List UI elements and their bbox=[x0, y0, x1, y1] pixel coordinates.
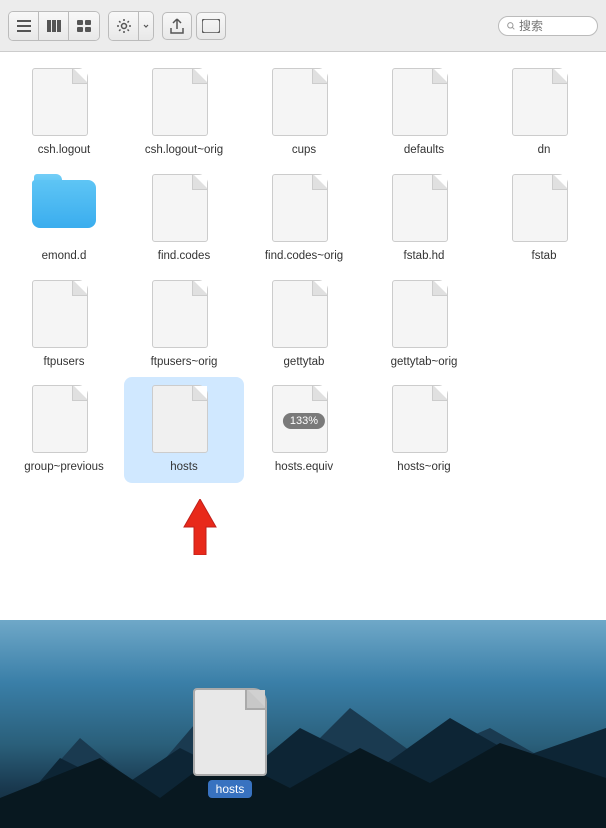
doc-icon bbox=[32, 280, 96, 352]
file-item-fstab[interactable]: fstab bbox=[484, 166, 604, 272]
view-icon-btn[interactable] bbox=[9, 12, 39, 40]
file-item-find-codes[interactable]: find.codes bbox=[124, 166, 244, 272]
desktop-doc-icon bbox=[193, 688, 267, 776]
search-icon bbox=[507, 20, 515, 32]
desktop: hosts bbox=[0, 620, 606, 828]
doc-icon: 133% bbox=[272, 385, 336, 457]
folder-icon bbox=[32, 174, 96, 246]
zoom-badge: 133% bbox=[283, 413, 325, 429]
doc-icon bbox=[32, 385, 96, 457]
file-item-find-codes-orig[interactable]: find.codes~orig bbox=[244, 166, 364, 272]
file-item-defaults[interactable]: defaults bbox=[364, 60, 484, 166]
file-item-ftpusers[interactable]: ftpusers bbox=[4, 272, 124, 378]
file-item-hosts-orig[interactable]: hosts~orig bbox=[364, 377, 484, 483]
view-buttons[interactable] bbox=[8, 11, 100, 41]
file-item-ftpusers-orig[interactable]: ftpusers~orig bbox=[124, 272, 244, 378]
tag-btn[interactable] bbox=[196, 12, 226, 40]
doc-icon bbox=[152, 280, 216, 352]
red-arrow bbox=[180, 499, 220, 560]
doc-icon bbox=[272, 174, 336, 246]
doc-icon bbox=[392, 174, 456, 246]
file-item-csh-logout-orig[interactable]: csh.logout~orig bbox=[124, 60, 244, 166]
doc-icon bbox=[272, 68, 336, 140]
file-item-hosts-equiv[interactable]: 133% hosts.equiv bbox=[244, 377, 364, 483]
file-item-emond-d[interactable]: emond.d bbox=[4, 166, 124, 272]
doc-icon bbox=[512, 174, 576, 246]
doc-icon bbox=[392, 68, 456, 140]
search-input[interactable] bbox=[519, 19, 589, 33]
file-item-group-previous[interactable]: group~previous bbox=[4, 377, 124, 483]
mountain-silhouette bbox=[0, 698, 606, 828]
file-item-cups[interactable]: cups bbox=[244, 60, 364, 166]
doc-icon bbox=[392, 385, 456, 457]
doc-icon bbox=[272, 280, 336, 352]
file-grid-container: csh.logout csh.logout~orig cups defaults… bbox=[0, 52, 606, 620]
file-item-gettytab[interactable]: gettytab bbox=[244, 272, 364, 378]
doc-icon bbox=[152, 68, 216, 140]
file-item-empty-1 bbox=[484, 272, 604, 378]
desktop-file-item[interactable]: hosts bbox=[193, 688, 267, 798]
doc-icon bbox=[32, 68, 96, 140]
doc-icon bbox=[152, 174, 216, 246]
file-grid: csh.logout csh.logout~orig cups defaults… bbox=[0, 52, 606, 491]
file-item-csh-logout[interactable]: csh.logout bbox=[4, 60, 124, 166]
doc-icon bbox=[152, 385, 216, 457]
file-item-hosts[interactable]: hosts bbox=[124, 377, 244, 483]
view-gallery-btn[interactable] bbox=[69, 12, 99, 40]
toolbar bbox=[0, 0, 606, 52]
file-item-fstab-hd[interactable]: fstab.hd bbox=[364, 166, 484, 272]
view-column-btn[interactable] bbox=[39, 12, 69, 40]
share-btn[interactable] bbox=[162, 12, 192, 40]
doc-icon bbox=[512, 68, 576, 140]
gear-btn[interactable] bbox=[109, 12, 139, 40]
file-item-empty-2 bbox=[484, 377, 604, 483]
search-box[interactable] bbox=[498, 16, 598, 36]
doc-icon bbox=[392, 280, 456, 352]
file-item-dn[interactable]: dn bbox=[484, 60, 604, 166]
file-item-gettytab-orig[interactable]: gettytab~orig bbox=[364, 272, 484, 378]
gear-chevron-btn[interactable] bbox=[139, 12, 153, 40]
action-buttons[interactable] bbox=[108, 11, 154, 41]
desktop-file-label: hosts bbox=[208, 780, 253, 798]
